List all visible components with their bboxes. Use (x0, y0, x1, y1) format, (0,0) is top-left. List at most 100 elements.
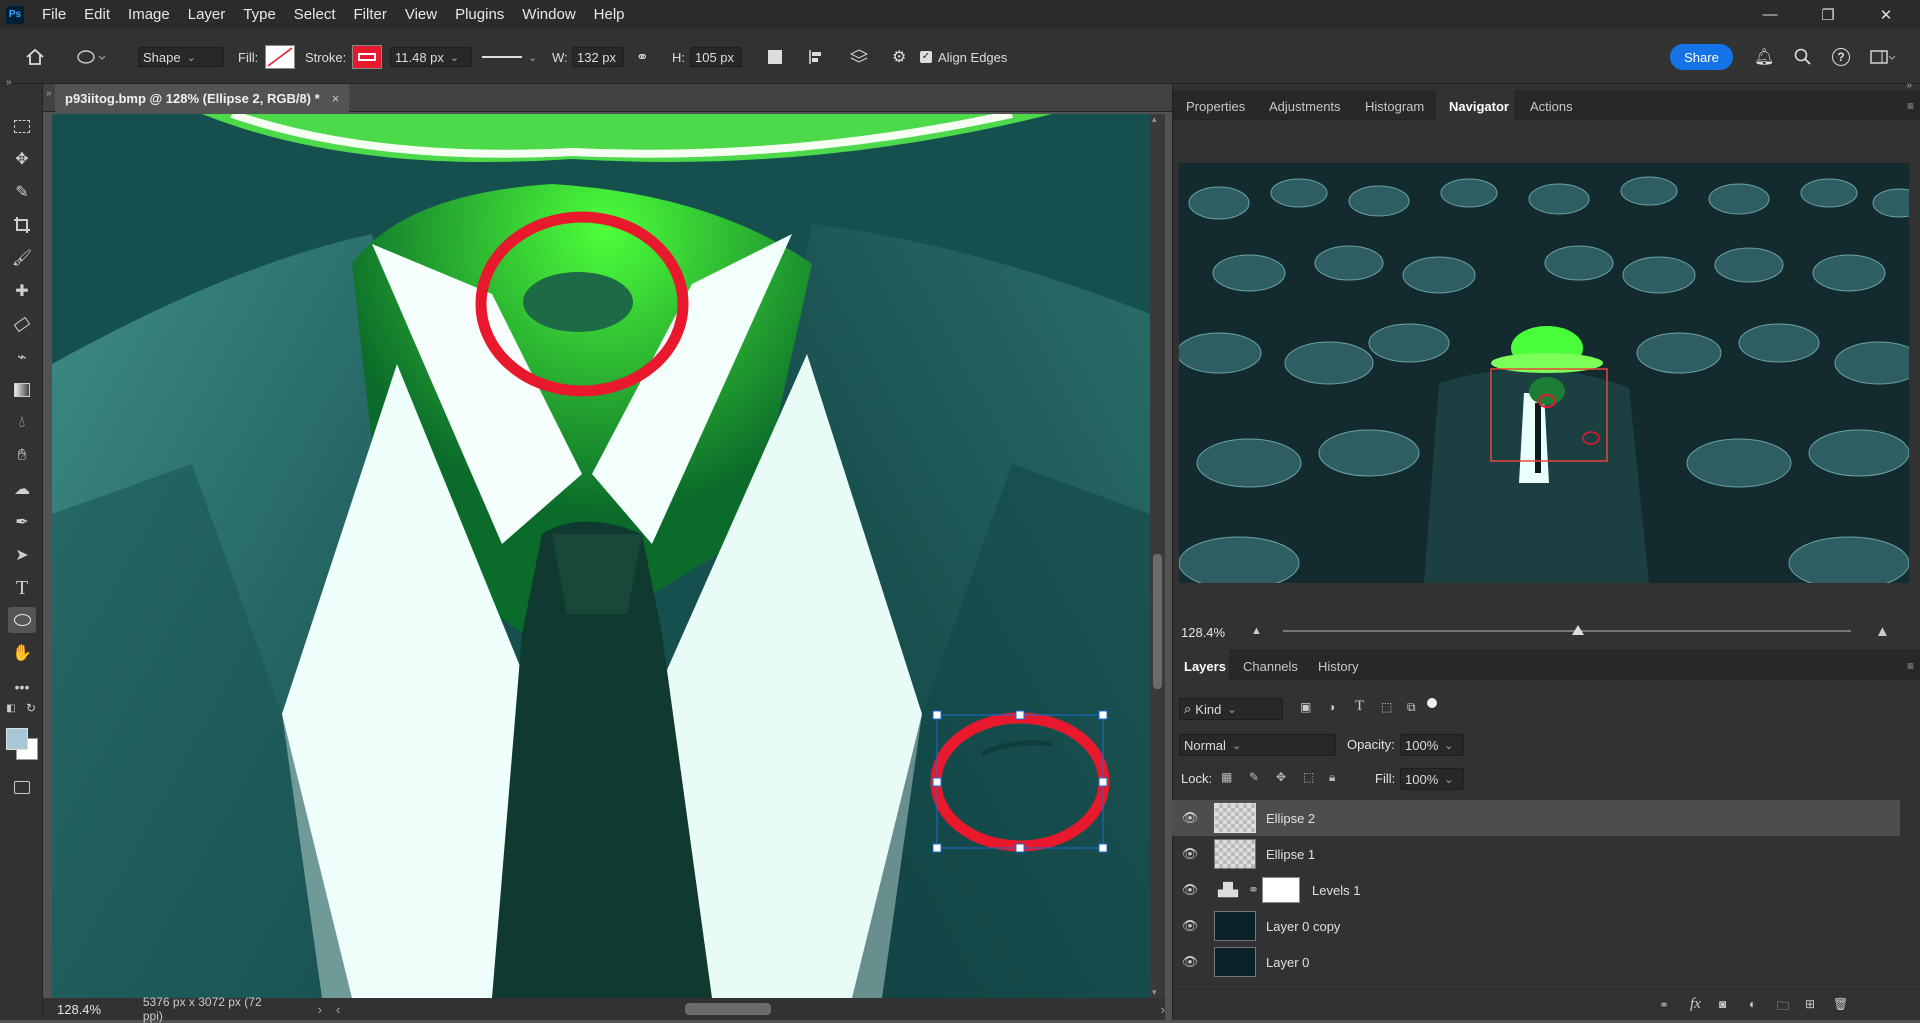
path-selection-tool-icon[interactable]: ➤ (8, 542, 36, 568)
tab-layers[interactable]: Layers (1184, 659, 1226, 674)
add-mask-icon[interactable]: ◙ (1719, 997, 1726, 1011)
layers-panel-menu-icon[interactable]: ≡ (1907, 659, 1914, 673)
lock-artboard-icon[interactable]: ⬚ (1303, 770, 1314, 784)
layer-name[interactable]: Ellipse 1 (1266, 847, 1315, 862)
tab-channels[interactable]: Channels (1243, 659, 1298, 674)
gradient-tool-icon[interactable] (8, 377, 36, 403)
new-group-icon[interactable]: 🗀︎ (1777, 997, 1789, 1018)
fill-swatch[interactable] (265, 45, 295, 69)
scroll-right-icon[interactable]: › (1161, 1002, 1165, 1017)
layer-name[interactable]: Layer 0 copy (1266, 919, 1340, 934)
zoom-in-mountain-icon[interactable]: ▲ (1875, 623, 1890, 640)
scroll-left-icon[interactable]: ‹ (336, 1002, 340, 1017)
document-tab[interactable]: p93iitog.bmp @ 128% (Ellipse 2, RGB/8) *… (55, 84, 350, 112)
visibility-eye-icon[interactable]: 👁︎ (1172, 954, 1208, 970)
dodge-tool-icon[interactable]: ✋︎ (8, 443, 36, 469)
new-adjustment-layer-icon[interactable]: ◐ (1749, 997, 1756, 1011)
hand-tool-icon[interactable]: ✋ (8, 640, 36, 666)
navigator-preview[interactable] (1179, 163, 1909, 583)
default-colors-icon[interactable]: ◧ (4, 701, 18, 715)
menu-help[interactable]: Help (585, 0, 634, 29)
stroke-width-input[interactable]: 11.48 px (390, 47, 472, 67)
horizontal-scroll-thumb[interactable] (685, 1003, 771, 1015)
close-window-button[interactable]: ✕ (1863, 0, 1909, 29)
type-tool-icon[interactable]: T (8, 575, 36, 601)
align-edges-checkbox[interactable]: ✓ Align Edges (920, 47, 1007, 67)
link-dimensions-icon[interactable]: ⚭ (636, 47, 649, 67)
lock-transparent-pixels-icon[interactable]: ▦ (1221, 770, 1232, 784)
layer-row-ellipse-1[interactable]: 👁︎ Ellipse 1 (1172, 836, 1900, 872)
fill-input[interactable]: 100% (1400, 768, 1464, 790)
panel-menu-icon[interactable]: ≡ (1907, 99, 1914, 113)
menu-layer[interactable]: Layer (179, 0, 235, 29)
tab-histogram[interactable]: Histogram (1365, 99, 1424, 114)
navigator-zoom-slider[interactable] (1283, 625, 1851, 635)
opacity-input[interactable]: 100% (1400, 734, 1464, 756)
layer-row-levels-1[interactable]: 👁︎ ▟▙ ⚭ Levels 1 (1172, 872, 1900, 908)
eraser-tool-icon[interactable] (8, 311, 36, 337)
layer-name[interactable]: Layer 0 (1266, 955, 1309, 970)
menu-image[interactable]: Image (119, 0, 179, 29)
canvas[interactable] (52, 114, 1150, 998)
fx-icon[interactable]: fx (1690, 996, 1701, 1013)
scroll-down-icon[interactable]: ▾ (1152, 987, 1157, 998)
tab-adjustments[interactable]: Adjustments (1269, 99, 1341, 114)
menu-select[interactable]: Select (285, 0, 345, 29)
menu-view[interactable]: View (396, 0, 446, 29)
filter-type-icon[interactable]: T (1355, 698, 1364, 715)
visibility-eye-icon[interactable]: 👁︎ (1172, 846, 1208, 862)
swap-colors-icon[interactable]: ↻ (24, 701, 38, 715)
brush-tool-icon[interactable]: 🖌︎ (8, 245, 36, 271)
menu-type[interactable]: Type (234, 0, 285, 29)
layer-row-layer-0-copy[interactable]: 👁︎ Layer 0 copy (1172, 908, 1900, 944)
navigator-zoom-thumb[interactable] (1572, 625, 1585, 635)
menu-plugins[interactable]: Plugins (446, 0, 513, 29)
workspace-icon[interactable] (1870, 47, 1896, 67)
zoom-level[interactable]: 128.4% (57, 1002, 133, 1017)
vertical-scroll-thumb[interactable] (1153, 554, 1162, 689)
menu-filter[interactable]: Filter (345, 0, 396, 29)
blend-mode-select[interactable]: Normal (1179, 734, 1336, 756)
healing-brush-tool-icon[interactable]: ✚ (8, 278, 36, 304)
gear-icon[interactable]: ⚙ (892, 47, 906, 67)
collapse-toolbar-icon[interactable]: » (6, 77, 12, 88)
smudge-tool-icon[interactable]: ☁︎ (8, 476, 36, 502)
delete-layer-icon[interactable]: 🗑︎ (1833, 997, 1848, 1011)
mask-link-icon[interactable]: ⚭ (1248, 882, 1262, 898)
status-menu-chevron-icon[interactable]: › (318, 1002, 322, 1017)
pen-tool-icon[interactable]: ✒︎ (8, 509, 36, 535)
more-tools-icon[interactable]: ••• (8, 674, 36, 700)
filter-adjustment-icon[interactable]: ◑ (1328, 700, 1335, 714)
move-tool-icon[interactable]: ✥ (8, 146, 36, 172)
width-input[interactable]: 132 px (572, 47, 624, 67)
ellipse-preset-icon[interactable] (76, 47, 106, 67)
visibility-eye-icon[interactable]: 👁︎ (1172, 810, 1208, 826)
tool-mode-select[interactable]: Shape (138, 47, 224, 67)
layer-name[interactable]: Ellipse 2 (1266, 811, 1315, 826)
visibility-eye-icon[interactable]: 👁︎ (1172, 882, 1208, 898)
menu-window[interactable]: Window (513, 0, 584, 29)
stroke-swatch[interactable] (352, 45, 382, 69)
new-layer-icon[interactable]: ⊞ (1805, 997, 1815, 1011)
height-input[interactable]: 105 px (690, 47, 742, 67)
search-icon[interactable] (1794, 47, 1812, 67)
lock-all-icon[interactable]: 🔒︎ (1329, 770, 1335, 785)
lock-position-icon[interactable]: ✥ (1276, 770, 1286, 784)
lock-image-pixels-icon[interactable]: ✎ (1249, 770, 1259, 784)
layer-row-layer-0[interactable]: 👁︎ Layer 0 (1172, 944, 1900, 980)
navigator-zoom-value[interactable]: 128.4% (1181, 625, 1225, 640)
path-arrangement-icon[interactable] (850, 47, 868, 67)
minimize-button[interactable]: — (1747, 0, 1793, 29)
crop-tool-icon[interactable] (8, 212, 36, 238)
marquee-tool-icon[interactable] (8, 113, 36, 139)
link-layers-icon[interactable]: ⚭ (1659, 998, 1669, 1012)
tab-properties[interactable]: Properties (1186, 99, 1245, 114)
layer-name[interactable]: Levels 1 (1312, 883, 1360, 898)
blur-tool-icon[interactable]: 💧︎ (8, 410, 36, 436)
collapse-panel-left-icon[interactable]: » (46, 88, 52, 99)
scroll-up-icon[interactable]: ▴ (1152, 114, 1157, 125)
vertical-scrollbar[interactable]: ▴ ▾ (1150, 114, 1165, 998)
layer-filter-kind-select[interactable]: ⌕ Kind (1179, 698, 1283, 720)
ellipse-tool-icon[interactable] (8, 607, 36, 633)
path-operations-icon[interactable] (768, 47, 782, 67)
